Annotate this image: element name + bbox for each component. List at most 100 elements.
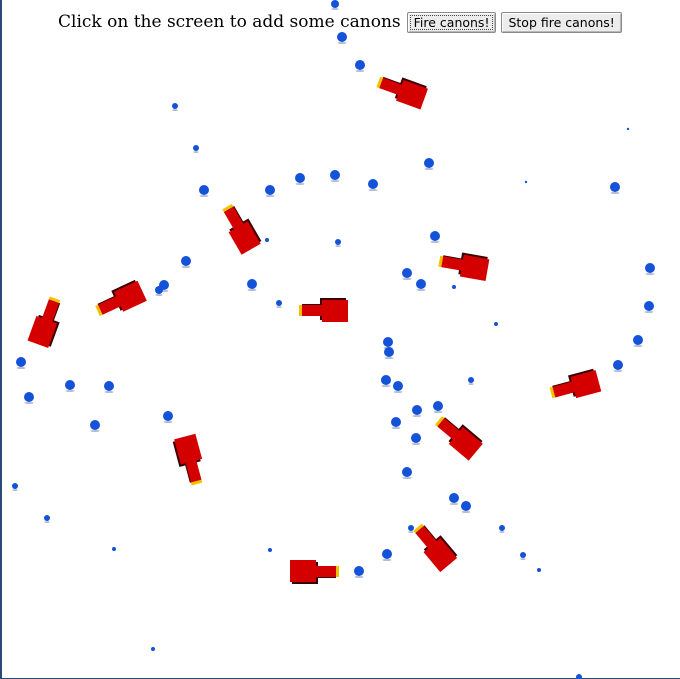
cannonball (24, 392, 34, 402)
cannonball (633, 335, 643, 345)
cannonball (537, 568, 541, 572)
cannonball-shadow (199, 195, 209, 197)
scene[interactable] (2, 0, 680, 679)
instruction-text: Click on the screen to add some canons (58, 12, 401, 32)
cannonball-shadow (381, 385, 391, 387)
cannonball-shadow (163, 421, 173, 423)
cannonball (12, 483, 18, 489)
cannonball-shadow (65, 390, 75, 392)
cannonball (461, 501, 471, 511)
cannonball (112, 547, 116, 551)
cannonball (645, 263, 655, 273)
cannonball-shadow (610, 192, 620, 194)
cannonball-shadow (408, 531, 414, 533)
cannonball-shadow (12, 489, 18, 491)
cannonball (265, 185, 275, 195)
cannonball (265, 238, 269, 242)
cannonball-shadow (633, 345, 643, 347)
cannonball (276, 300, 282, 306)
cannonball-shadow (265, 195, 275, 197)
cannonball (520, 552, 526, 558)
cannonball (524, 180, 528, 184)
cannonball-shadow (645, 273, 655, 275)
fire-canons-button[interactable]: Fire canons! (406, 11, 497, 33)
cannonball (576, 674, 582, 679)
cannonball (247, 279, 257, 289)
cannonball-shadow (16, 367, 26, 369)
canon (290, 560, 339, 584)
cannonball (494, 322, 498, 326)
cannonball-shadow (430, 241, 440, 243)
cannonball (151, 647, 155, 651)
cannonball (355, 60, 365, 70)
cannonball-shadow (416, 289, 426, 291)
cannonball-shadow (276, 306, 282, 308)
cannonball (16, 357, 26, 367)
cannonball-shadow (402, 477, 412, 479)
cannonball-shadow (335, 245, 341, 247)
cannonball (172, 103, 178, 109)
cannonball-shadow (104, 391, 114, 393)
canvas[interactable] (0, 0, 680, 679)
cannonball (330, 170, 340, 180)
cannonball (452, 285, 456, 289)
cannonball-shadow (181, 266, 191, 268)
cannonball (335, 239, 341, 245)
cannonball-shadow (354, 576, 364, 578)
cannonball-shadow (90, 430, 100, 432)
cannonball-shadow (433, 411, 443, 413)
cannonball-shadow (461, 511, 471, 513)
cannonball (383, 337, 393, 347)
cannonball-shadow (368, 189, 378, 191)
cannonball-shadow (449, 503, 459, 505)
cannonball (402, 467, 412, 477)
cannonball (402, 268, 412, 278)
cannonball-shadow (193, 151, 199, 153)
cannonball (268, 548, 272, 552)
cannonball (90, 420, 100, 430)
cannonball (468, 377, 474, 383)
cannonball (181, 256, 191, 266)
cannonball (412, 405, 422, 415)
cannonball-shadow (393, 391, 403, 393)
cannonball (384, 347, 394, 357)
cannonball-shadow (172, 109, 178, 111)
cannonball-shadow (155, 294, 163, 296)
stop-fire-canons-button[interactable]: Stop fire canons! (501, 11, 622, 33)
cannonball (411, 433, 421, 443)
cannonball (295, 173, 305, 183)
cannonball (610, 182, 620, 192)
cannonball (424, 158, 434, 168)
cannonball-shadow (384, 357, 394, 359)
cannonball-shadow (412, 415, 422, 417)
cannonball-shadow (382, 559, 392, 561)
cannonball (449, 493, 459, 503)
canon (27, 296, 61, 348)
canon (299, 298, 348, 322)
cannonball (644, 301, 654, 311)
cannonball-shadow (424, 168, 434, 170)
cannonball-shadow (295, 183, 305, 185)
cannonball (416, 279, 426, 289)
cannonball (381, 375, 391, 385)
cannonball-shadow (411, 443, 421, 445)
cannonball (408, 525, 414, 531)
cannonball-shadow (644, 311, 654, 313)
cannonball-shadow (247, 289, 257, 291)
cannonball (163, 411, 173, 421)
cannonball-shadow (499, 531, 505, 533)
cannonball-shadow (402, 278, 412, 280)
cannonball (613, 360, 623, 370)
header: Click on the screen to add some canons F… (58, 10, 622, 34)
cannonball-shadow (44, 521, 50, 523)
canon (172, 433, 203, 486)
canon (434, 416, 483, 461)
cannonball-shadow (355, 70, 365, 72)
cannonball (368, 179, 378, 189)
cannonball-shadow (468, 383, 474, 385)
cannonball (104, 381, 114, 391)
cannonball (382, 549, 392, 559)
cannonball (155, 286, 163, 294)
canon (222, 203, 262, 255)
cannonball (44, 515, 50, 521)
